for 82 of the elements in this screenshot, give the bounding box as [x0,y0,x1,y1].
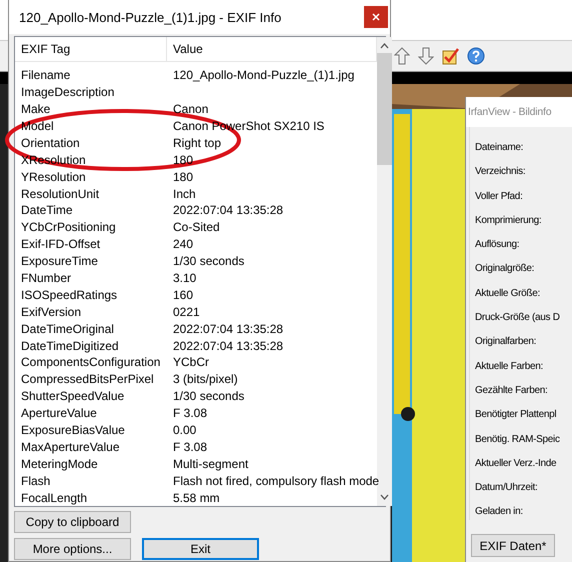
value-cell-text: F 3.08 [172,406,208,420]
scrollbar[interactable] [377,37,392,506]
value-cell-text: 1/30 seconds [172,254,246,268]
field-label: Auflösung: [475,238,520,252]
dialog-button[interactable]: Exit [142,538,259,560]
field-label: Benötigter Plattenpl [475,408,558,422]
value-cell-text: 5.58 mm [172,490,221,505]
scroll-down-icon[interactable] [380,494,389,500]
tag-cell-text: DateTimeDigitized [20,338,120,353]
value-cell-text: 3.10 [172,270,198,285]
field-label: Benötig. RAM-Speic [475,432,561,447]
value-cell-text: 2022:07:04 13:35:28 [172,338,284,353]
tag-cell-text: FNumber [20,270,72,285]
tag-cell-text: ComponentsConfiguration [20,355,162,370]
field-label: Aktueller Verz.-Inde [475,456,558,471]
close-icon [372,13,380,21]
tag-cell-text: ResolutionUnit [20,186,100,201]
field-label: Komprimierung: [475,214,542,228]
value-cell-text: 120_Apollo-Mond-Puzzle_(1)1.jpg [172,68,356,82]
tag-cell-text: YCbCrPositioning [20,220,117,234]
checkbox-icon[interactable] [442,48,459,64]
value-cell-text: Flash not fired, compulsory flash mode [172,474,377,488]
value-cell-text: 3 (bits/pixel) [172,372,239,386]
tag-cell-text: YResolution [20,170,87,184]
tag-cell-text: Model [20,118,55,133]
value-cell-text: 180 [172,152,194,167]
field-label: Geladen in: [475,505,524,520]
copy-button[interactable]: Copy to clipboard [14,511,131,533]
dialog-button[interactable]: More options... [14,538,131,560]
value-cell-text: 0221 [172,304,201,319]
exif-data-button[interactable]: EXIF Daten* [471,534,555,558]
field-label: Dateiname: [475,141,524,155]
tag-cell-text: ApertureValue [20,406,98,420]
tag-cell-text: ShutterSpeedValue [20,389,126,404]
field-label: Aktuelle Farben: [475,360,544,374]
tag-cell-text: CompressedBitsPerPixel [20,372,155,386]
field-label: Originalgröße: [475,262,536,276]
tag-cell-text: Make [20,102,52,116]
value-cell-text: 2022:07:04 13:35:28 [172,322,284,336]
tag-cell-text: ExifVersion [20,304,82,319]
field-label: Druck-Größe (aus D [475,311,561,326]
value-cell-text: YCbCr [172,355,210,370]
tag-cell-text: MaxApertureValue [20,440,120,454]
tag-cell-text: ExposureTime [20,254,99,268]
tag-cell-text: FocalLength [20,490,88,505]
value-cell-text: 0.00 [172,422,198,437]
field-label: Originalfarben: [475,335,538,350]
field-label: Verzeichnis: [475,165,526,180]
value-cell-text: Multi-segment [172,456,250,471]
down-arrow-icon[interactable] [418,47,434,65]
value-cell-text: Canon [172,102,210,116]
tag-cell-text: Orientation [20,136,81,150]
tag-cell-text: ImageDescription [20,85,116,100]
field-label: Voller Pfad: [475,190,524,204]
tag-cell-text: MeteringMode [20,456,99,471]
value-cell-text: 2022:07:04 13:35:28 [172,203,284,218]
tag-cell-text: Filename [20,68,72,82]
tag-cell-text: ISOSpeedRatings [20,288,118,302]
field-label: Gezählte Farben: [475,384,548,398]
tag-cell-text: ExposureBiasValue [20,422,126,437]
value-cell-text: 180 [172,170,194,184]
value-cell-text: F 3.08 [172,440,208,454]
up-arrow-icon[interactable] [394,47,410,65]
value-cell-text: 240 [172,237,194,252]
value-cell-text: Right top [172,136,222,150]
column-header[interactable]: EXIF Tag [15,37,167,61]
tag-cell-text: DateTimeOriginal [20,322,115,336]
scroll-thumb[interactable] [377,53,392,165]
window-title: 120_Apollo-Mond-Puzzle_(1)1.jpg - EXIF Info [19,10,282,24]
close-button[interactable] [364,6,388,28]
scroll-up-icon[interactable] [380,43,389,49]
value-cell-text: 160 [172,288,194,302]
value-cell-text: Inch [172,186,197,201]
help-icon[interactable] [467,47,485,65]
tag-cell-text: Flash [20,474,52,488]
tag-cell-text: DateTime [20,203,74,218]
tag-cell-text: Exif-IFD-Offset [20,237,102,252]
window-title: IrfanView - Bildinfo [466,97,572,127]
value-cell-text: Co-Sited [172,220,221,234]
field-label: Datum/Uhrzeit: [475,481,538,496]
value-cell-text: 1/30 seconds [172,389,246,404]
field-label: Aktuelle Größe: [475,286,541,301]
